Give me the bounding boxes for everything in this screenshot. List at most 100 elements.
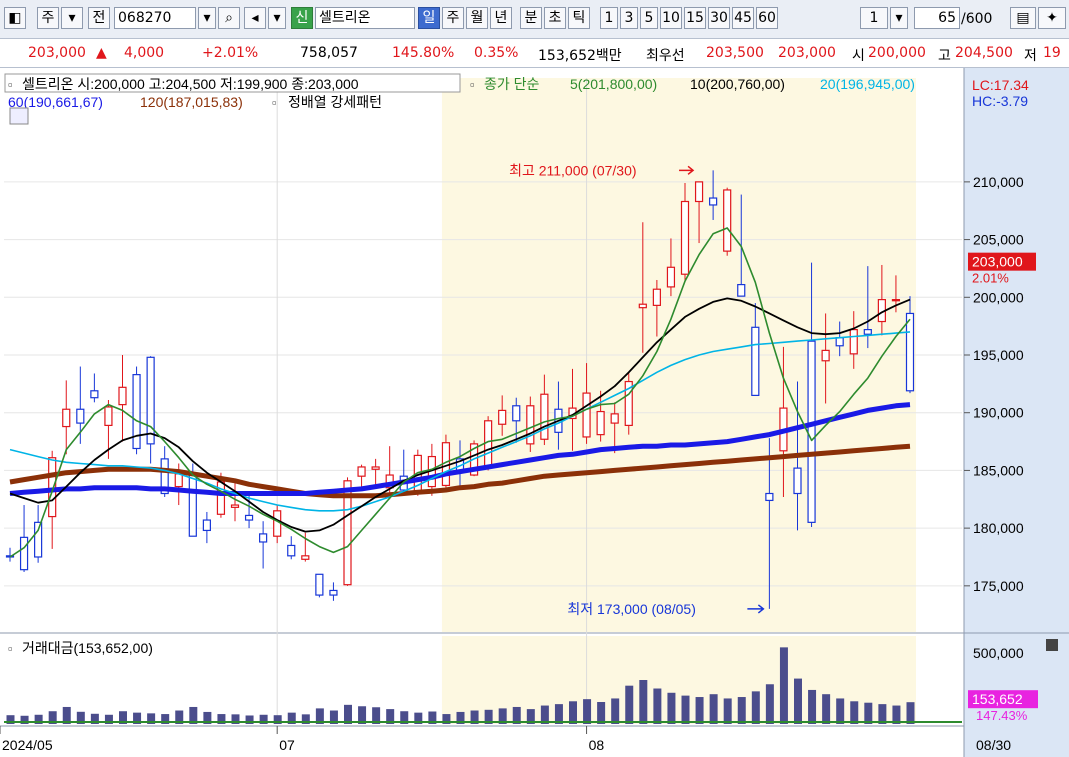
candle-body[interactable]: [863, 329, 872, 335]
candle-body[interactable]: [104, 406, 113, 427]
search-icon[interactable]: ⌕: [218, 7, 240, 29]
candle-body[interactable]: [849, 329, 858, 355]
candle-body[interactable]: [891, 299, 901, 302]
interval-button-60[interactable]: 60: [756, 7, 778, 29]
interval-button-30[interactable]: 30: [708, 7, 730, 29]
candle-body[interactable]: [694, 181, 704, 203]
settings-icon[interactable]: ▤: [1010, 7, 1036, 29]
candle-body[interactable]: [680, 200, 690, 275]
candle-body[interactable]: [76, 408, 85, 424]
code-dropdown-icon[interactable]: ▾: [198, 7, 216, 29]
candle-body[interactable]: [216, 481, 226, 515]
interval-button-15[interactable]: 15: [684, 7, 706, 29]
open-price: 200,000: [868, 45, 926, 61]
dropdown-icon[interactable]: ▾: [61, 7, 83, 29]
chart-menu-icon[interactable]: ◧: [4, 7, 26, 29]
trade-amount: 153,652백만: [538, 48, 622, 64]
new-button[interactable]: 신: [291, 7, 313, 29]
all-button[interactable]: 전: [88, 7, 110, 29]
period-button-4[interactable]: 분: [520, 7, 542, 29]
high-label: 고: [938, 48, 951, 64]
candle-body[interactable]: [793, 467, 802, 495]
code-input[interactable]: 068270: [114, 7, 196, 29]
interval-button-1[interactable]: 1: [600, 7, 618, 29]
period-button-5[interactable]: 초: [544, 7, 566, 29]
speaker-icon[interactable]: ◂: [244, 7, 266, 29]
interval-button-45[interactable]: 45: [732, 7, 754, 29]
candle-body[interactable]: [582, 392, 591, 438]
candle-body[interactable]: [484, 420, 493, 468]
candle-body[interactable]: [259, 533, 268, 543]
candle-body[interactable]: [188, 472, 197, 537]
candle-body[interactable]: [34, 521, 43, 558]
candle-body[interactable]: [146, 356, 155, 445]
candle-body[interactable]: [244, 514, 254, 521]
calendar-icon[interactable]: [9, 107, 29, 125]
count-input[interactable]: 65: [914, 7, 960, 29]
y-tick-label: 195,000: [973, 347, 1024, 363]
y-tick-label: 190,000: [973, 405, 1024, 421]
period-button-6[interactable]: 틱: [568, 7, 590, 29]
candle-body[interactable]: [807, 340, 816, 523]
volume-value: 758,057: [300, 45, 358, 61]
candle-body[interactable]: [62, 408, 71, 428]
candle-body[interactable]: [610, 413, 619, 424]
period-button-2[interactable]: 월: [466, 7, 488, 29]
change-value: 4,000: [124, 45, 165, 61]
candle-body[interactable]: [666, 266, 676, 288]
candle-body[interactable]: [315, 573, 324, 596]
candle-body[interactable]: [596, 410, 605, 436]
candle-body[interactable]: [737, 283, 746, 297]
candle-body[interactable]: [540, 393, 549, 440]
candle-body[interactable]: [287, 544, 296, 557]
current-price: 203,000: [28, 45, 86, 61]
candle-body[interactable]: [835, 337, 844, 347]
candle-body[interactable]: [329, 589, 338, 596]
candle-body[interactable]: [709, 197, 718, 206]
candle-body[interactable]: [118, 386, 127, 406]
candle-body[interactable]: [19, 536, 29, 571]
multiplier-field[interactable]: 1: [860, 7, 888, 29]
candle-body[interactable]: [174, 473, 183, 488]
candle-body[interactable]: [652, 288, 661, 306]
volume-tag-text: 153,652: [972, 691, 1023, 707]
x-tick-label: 2024/05: [2, 737, 53, 753]
candle-body[interactable]: [202, 519, 211, 532]
candle-body[interactable]: [905, 312, 915, 392]
tools-icon[interactable]: ✦: [1038, 7, 1066, 29]
y-tick-label: 200,000: [973, 289, 1024, 305]
candle-body[interactable]: [821, 349, 830, 362]
stock-button[interactable]: 주: [37, 7, 59, 29]
candle-body[interactable]: [48, 457, 57, 518]
candle-body[interactable]: [765, 492, 774, 502]
low-price: 19: [1043, 45, 1061, 61]
price-chart[interactable]: 175,000 180,000 185,000 190,000 195,000 200,0…: [0, 68, 1069, 757]
volume-tick-label: 500,000: [973, 645, 1024, 661]
period-button-1[interactable]: 주: [442, 7, 464, 29]
interval-button-10[interactable]: 10: [660, 7, 682, 29]
high-annotation: 최고 211,000 (07/30): [509, 162, 636, 178]
period-button-0[interactable]: 일: [418, 7, 440, 29]
candle-body[interactable]: [371, 466, 380, 470]
candle-body[interactable]: [498, 409, 507, 425]
interval-button-3[interactable]: 3: [620, 7, 638, 29]
trend-bullet: ▫: [272, 95, 277, 110]
candle-body[interactable]: [723, 189, 732, 252]
volume-bar: [723, 698, 732, 724]
candle-body[interactable]: [90, 390, 99, 399]
candle-body[interactable]: [638, 303, 647, 309]
candle-body[interactable]: [230, 504, 240, 508]
volume-bar: [695, 697, 704, 724]
close-icon[interactable]: [1046, 639, 1058, 651]
candle-body[interactable]: [301, 555, 310, 560]
candle-body[interactable]: [512, 405, 521, 422]
candle-body[interactable]: [751, 326, 760, 396]
candle-body[interactable]: [357, 466, 366, 477]
speaker-dropdown-icon[interactable]: ▾: [268, 7, 286, 29]
multiplier-dropdown-icon[interactable]: ▾: [890, 7, 908, 29]
interval-button-5[interactable]: 5: [640, 7, 658, 29]
stock-name-field[interactable]: 셀트리온: [315, 7, 415, 29]
candle-body[interactable]: [526, 405, 535, 445]
period-button-3[interactable]: 년: [490, 7, 512, 29]
volume-bullet: ▫: [8, 641, 13, 656]
